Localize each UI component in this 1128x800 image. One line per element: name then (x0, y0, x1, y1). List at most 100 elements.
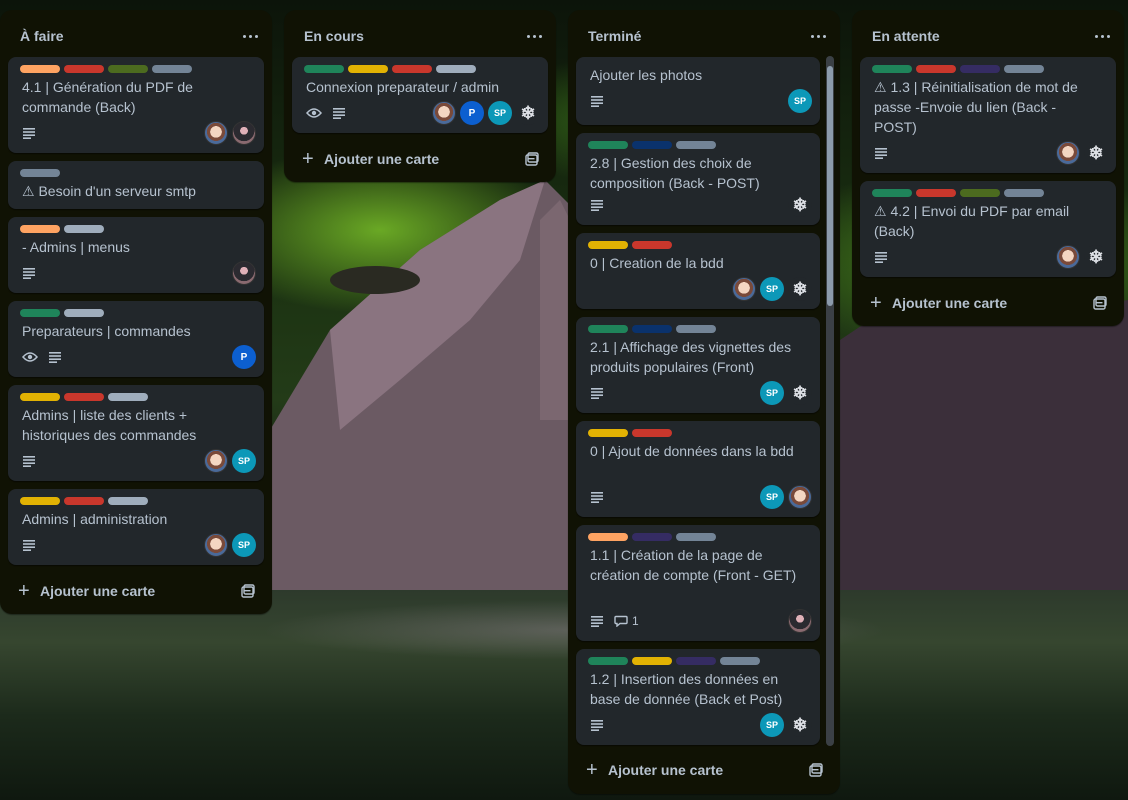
member-avatar[interactable]: ❄ (788, 193, 812, 217)
label-lightgray[interactable] (108, 497, 148, 505)
add-card-button[interactable]: + Ajouter une carte (8, 575, 264, 607)
label-olive[interactable] (960, 189, 1000, 197)
member-avatar[interactable] (204, 533, 228, 557)
member-avatar[interactable]: SP (488, 101, 512, 125)
list-title[interactable]: Terminé (588, 28, 641, 44)
label-gray[interactable] (676, 141, 716, 149)
scrollbar-thumb[interactable] (827, 66, 833, 306)
member-avatar[interactable]: ❄ (788, 713, 812, 737)
member-avatar[interactable] (788, 485, 812, 509)
card-labels[interactable] (20, 65, 192, 73)
card[interactable]: 1.1 | Création de la page de création de… (576, 525, 820, 641)
member-avatar[interactable]: SP (232, 449, 256, 473)
member-avatar[interactable] (232, 121, 256, 145)
list-title[interactable]: À faire (20, 28, 64, 44)
label-yellow[interactable] (632, 657, 672, 665)
label-navy[interactable] (632, 325, 672, 333)
card-labels[interactable] (20, 169, 60, 177)
label-orange[interactable] (20, 225, 60, 233)
card[interactable]: ⚠ Besoin d'un serveur smtp (8, 161, 264, 209)
label-red[interactable] (916, 65, 956, 73)
list-menu-button[interactable] (1090, 24, 1114, 48)
label-gray[interactable] (152, 65, 192, 73)
member-avatar[interactable]: P (232, 345, 256, 369)
label-green[interactable] (872, 65, 912, 73)
label-gray[interactable] (676, 325, 716, 333)
member-avatar[interactable]: SP (760, 277, 784, 301)
label-orange[interactable] (20, 65, 60, 73)
card[interactable]: 2.1 | Affichage des vignettes des produi… (576, 317, 820, 413)
label-lightgray[interactable] (64, 225, 104, 233)
member-avatar[interactable]: ❄ (1084, 141, 1108, 165)
label-red[interactable] (64, 497, 104, 505)
label-red[interactable] (392, 65, 432, 73)
member-avatar[interactable] (432, 101, 456, 125)
card[interactable]: 0 | Ajout de données dans la bdd SP (576, 421, 820, 517)
card-labels[interactable] (588, 325, 716, 333)
card[interactable]: Connexion preparateur / admin P SP ❄ (292, 57, 548, 133)
list-menu-button[interactable] (806, 24, 830, 48)
add-card-button[interactable]: + Ajouter une carte (576, 754, 832, 786)
member-avatar[interactable]: ❄ (788, 277, 812, 301)
label-navy[interactable] (632, 141, 672, 149)
template-icon[interactable] (524, 151, 540, 167)
card[interactable]: 2.8 | Gestion des choix de composition (… (576, 133, 820, 225)
member-avatar[interactable] (204, 449, 228, 473)
label-lightgray[interactable] (436, 65, 476, 73)
label-red[interactable] (632, 429, 672, 437)
label-yellow[interactable] (20, 497, 60, 505)
template-icon[interactable] (240, 583, 256, 599)
member-avatar[interactable] (732, 277, 756, 301)
member-avatar[interactable] (204, 121, 228, 145)
label-purple[interactable] (632, 533, 672, 541)
label-red[interactable] (916, 189, 956, 197)
template-icon[interactable] (1092, 295, 1108, 311)
label-red[interactable] (632, 241, 672, 249)
card-labels[interactable] (872, 65, 1044, 73)
card[interactable]: - Admins | menus (8, 217, 264, 293)
card[interactable]: Admins | liste des clients + historiques… (8, 385, 264, 481)
member-avatar[interactable]: SP (788, 89, 812, 113)
card-labels[interactable] (588, 141, 716, 149)
label-green[interactable] (872, 189, 912, 197)
label-gray[interactable] (1004, 189, 1044, 197)
card-labels[interactable] (588, 533, 716, 541)
label-olive[interactable] (108, 65, 148, 73)
add-card-button[interactable]: + Ajouter une carte (860, 287, 1116, 319)
card[interactable]: Preparateurs | commandes P (8, 301, 264, 377)
card-labels[interactable] (588, 429, 672, 437)
member-avatar[interactable]: SP (760, 381, 784, 405)
list-title[interactable]: En cours (304, 28, 364, 44)
card[interactable]: ⚠ 4.2 | Envoi du PDF par email (Back) ❄ (860, 181, 1116, 277)
label-green[interactable] (20, 309, 60, 317)
member-avatar[interactable]: SP (760, 485, 784, 509)
card[interactable]: 1.2 | Insertion des données en base de d… (576, 649, 820, 745)
label-gray[interactable] (20, 169, 60, 177)
list-scrollbar[interactable] (826, 56, 834, 746)
label-green[interactable] (588, 141, 628, 149)
member-avatar[interactable]: ❄ (788, 381, 812, 405)
card[interactable]: Admins | administration SP (8, 489, 264, 565)
label-green[interactable] (588, 657, 628, 665)
member-avatar[interactable]: ❄ (516, 101, 540, 125)
member-avatar[interactable] (1056, 245, 1080, 269)
label-lightgray[interactable] (64, 309, 104, 317)
list-menu-button[interactable] (522, 24, 546, 48)
member-avatar[interactable] (232, 261, 256, 285)
card[interactable]: ⚠ 1.3 | Réinitialisation de mot de passe… (860, 57, 1116, 173)
label-purple[interactable] (676, 657, 716, 665)
label-yellow[interactable] (588, 429, 628, 437)
add-card-button[interactable]: + Ajouter une carte (292, 143, 548, 175)
template-icon[interactable] (808, 762, 824, 778)
label-gray[interactable] (676, 533, 716, 541)
member-avatar[interactable]: SP (232, 533, 256, 557)
label-gray[interactable] (1004, 65, 1044, 73)
label-purple[interactable] (960, 65, 1000, 73)
card-labels[interactable] (304, 65, 476, 73)
card-labels[interactable] (872, 189, 1044, 197)
card-labels[interactable] (588, 657, 760, 665)
member-avatar[interactable]: ❄ (1084, 245, 1108, 269)
label-yellow[interactable] (20, 393, 60, 401)
card[interactable]: 0 | Creation de la bdd SP ❄ (576, 233, 820, 309)
card-labels[interactable] (588, 241, 672, 249)
